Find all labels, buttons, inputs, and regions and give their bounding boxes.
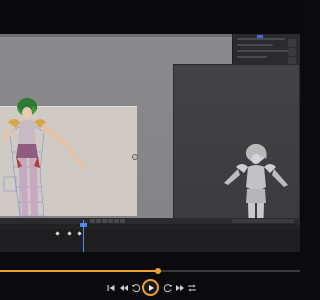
step-forward-icon[interactable] — [114, 219, 119, 223]
rewind-10-icon[interactable] — [131, 283, 141, 293]
video-progress-knob[interactable] — [154, 268, 161, 274]
jump-end-icon[interactable] — [120, 219, 125, 223]
step-back-icon[interactable] — [96, 219, 101, 223]
frame-range-fields[interactable] — [232, 219, 294, 223]
jump-start-icon[interactable] — [90, 219, 95, 223]
character-reference-figure — [2, 98, 90, 217]
blender-screen-recording: View Select Add — [0, 34, 300, 252]
sculpt-viewport[interactable]: View Select Add — [173, 64, 300, 236]
play-reverse-icon[interactable] — [102, 219, 107, 223]
previous-icon[interactable] — [106, 283, 116, 293]
video-progress-bar[interactable] — [0, 270, 300, 272]
video-progress-fill — [0, 270, 158, 272]
play-button[interactable] — [142, 279, 159, 296]
timeline-track-area[interactable] — [0, 229, 300, 252]
skip-back-icon[interactable] — [119, 283, 129, 293]
active-property-toggle[interactable] — [257, 35, 263, 38]
main-3d-viewport[interactable]: View Select Add — [0, 34, 300, 236]
property-row — [237, 50, 289, 52]
timeline-playhead[interactable] — [83, 220, 84, 252]
video-top-letterbox — [0, 0, 300, 34]
property-row — [237, 56, 267, 58]
video-controls — [0, 279, 300, 297]
loop-icon[interactable] — [187, 283, 197, 293]
cursor-3d-icon — [132, 154, 138, 160]
skip-forward-icon[interactable] — [175, 283, 185, 293]
property-row — [237, 44, 273, 46]
play-forward-icon[interactable] — [108, 219, 113, 223]
zoom-icon[interactable] — [288, 39, 296, 47]
pan-icon[interactable] — [288, 48, 296, 56]
forward-10-icon[interactable] — [163, 283, 173, 293]
property-row — [237, 38, 285, 40]
timeline-playback-buttons — [90, 219, 125, 223]
play-icon — [148, 284, 154, 291]
